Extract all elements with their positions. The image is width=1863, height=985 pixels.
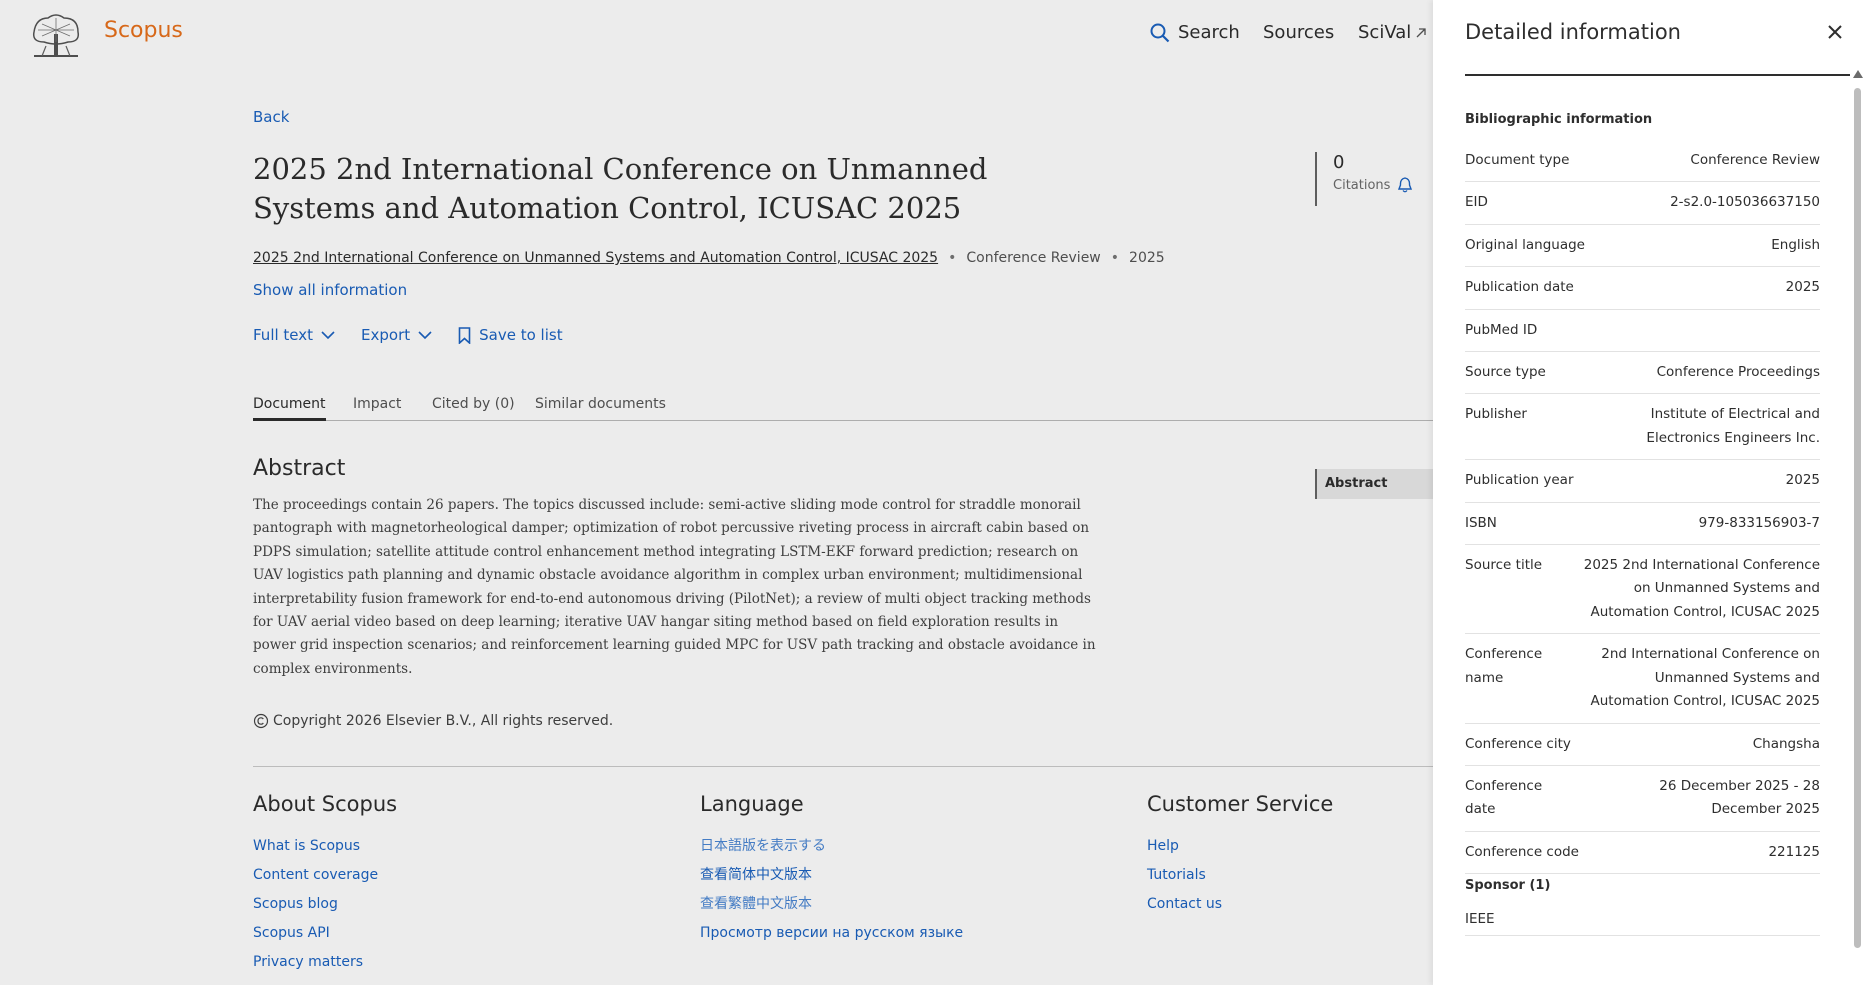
info-label: Publication date bbox=[1465, 279, 1574, 296]
info-row-publisher: Publisher Institute of Electrical and El… bbox=[1465, 394, 1820, 461]
info-row-original-language: Original language English bbox=[1465, 225, 1820, 268]
info-label: ISBN bbox=[1465, 514, 1497, 531]
info-label: Conference name bbox=[1465, 646, 1543, 686]
info-value: Conference Proceedings bbox=[1656, 364, 1820, 381]
info-row-document-type: Document type Conference Review bbox=[1465, 140, 1820, 183]
info-label: Conference code bbox=[1465, 843, 1579, 860]
info-value: 221125 bbox=[1768, 843, 1820, 860]
scroll-up-arrow-icon[interactable] bbox=[1853, 70, 1863, 78]
scrollbar-thumb[interactable] bbox=[1854, 88, 1861, 948]
panel-title-divider bbox=[1465, 74, 1850, 76]
info-row-isbn: ISBN 979-833156903-7 bbox=[1465, 503, 1820, 546]
info-label: Source title bbox=[1465, 557, 1543, 574]
info-label: Publication year bbox=[1465, 472, 1574, 489]
info-value: 2025 2nd International Conference on Unm… bbox=[1583, 557, 1820, 620]
info-row-publication-date: Publication date 2025 bbox=[1465, 267, 1820, 310]
info-value: English bbox=[1771, 236, 1820, 253]
info-label: Conference city bbox=[1465, 735, 1571, 752]
info-row-conference-date: Conference date 26 December 2025 - 28 De… bbox=[1465, 766, 1820, 832]
info-label: Conference date bbox=[1465, 777, 1543, 818]
info-label: Publisher bbox=[1465, 406, 1527, 423]
info-label: PubMed ID bbox=[1465, 321, 1538, 338]
bibliographic-info-list: Document type Conference Review EID 2-s2… bbox=[1465, 140, 1820, 875]
info-value: 2nd International Conference on Unmanned… bbox=[1590, 646, 1820, 710]
info-row-eid: EID 2-s2.0-105036637150 bbox=[1465, 182, 1820, 225]
info-row-conference-name: Conference name 2nd International Confer… bbox=[1465, 634, 1820, 724]
info-value: Conference Review bbox=[1690, 152, 1820, 168]
detailed-information-panel: Detailed information Bibliographic infor… bbox=[1433, 0, 1863, 985]
panel-title: Detailed information bbox=[1465, 20, 1681, 44]
info-value: 979-833156903-7 bbox=[1698, 514, 1820, 531]
info-value: 26 December 2025 - 28 December 2025 bbox=[1659, 777, 1820, 818]
info-label: EID bbox=[1465, 194, 1488, 211]
close-icon[interactable] bbox=[1825, 22, 1845, 42]
info-row-source-type: Source type Conference Proceedings bbox=[1465, 352, 1820, 395]
bibliographic-heading: Bibliographic information bbox=[1465, 112, 1653, 127]
info-value: 2025 bbox=[1785, 472, 1820, 489]
info-value: Institute of Electrical and Electronics … bbox=[1646, 406, 1820, 446]
info-value: 2025 bbox=[1785, 279, 1820, 296]
info-row-source-title: Source title 2025 2nd International Conf… bbox=[1465, 545, 1820, 635]
info-value: Changsha bbox=[1752, 735, 1820, 752]
info-row-publication-year: Publication year 2025 bbox=[1465, 460, 1820, 503]
panel-scrollbar[interactable] bbox=[1853, 70, 1863, 970]
sponsor-item: IEEE bbox=[1465, 911, 1820, 936]
sponsor-heading: Sponsor (1) bbox=[1465, 878, 1551, 893]
info-label: Original language bbox=[1465, 236, 1585, 253]
info-row-conference-code: Conference code 221125 bbox=[1465, 832, 1820, 875]
info-row-pubmed-id: PubMed ID bbox=[1465, 310, 1820, 353]
info-value: 2-s2.0-105036637150 bbox=[1670, 194, 1820, 211]
info-label: Source type bbox=[1465, 364, 1546, 381]
info-row-conference-city: Conference city Changsha bbox=[1465, 724, 1820, 766]
info-label: Document type bbox=[1465, 152, 1570, 168]
